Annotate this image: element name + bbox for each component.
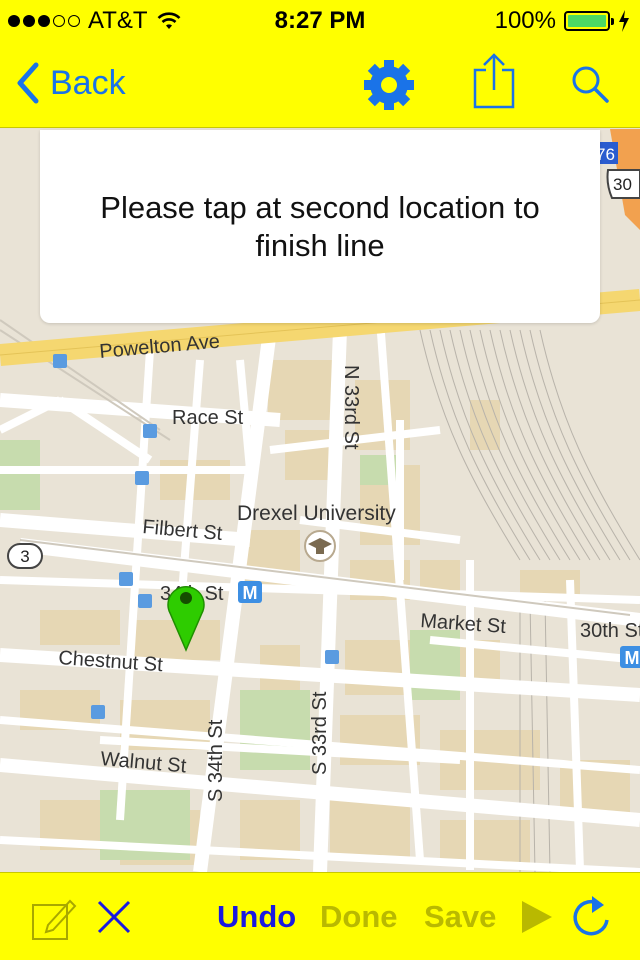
status-bar: AT&T 8:27 PM 100%	[0, 0, 640, 40]
back-label: Back	[50, 63, 126, 102]
done-button[interactable]: Done	[320, 899, 398, 935]
charging-icon	[619, 10, 629, 32]
save-button[interactable]: Save	[424, 899, 496, 935]
undo-button[interactable]: Undo	[217, 899, 296, 935]
chevron-left-icon	[17, 62, 39, 104]
svg-text:M: M	[243, 583, 258, 603]
university-icon	[304, 530, 336, 562]
battery-fill	[568, 15, 606, 27]
bus-stop-icon	[143, 424, 157, 438]
route-3-shield: 3	[7, 543, 43, 569]
battery-icon	[564, 11, 614, 31]
share-icon[interactable]	[472, 52, 516, 110]
battery-percent: 100%	[494, 7, 556, 34]
gear-icon[interactable]	[362, 58, 416, 112]
route-30-shield: 30	[606, 169, 640, 199]
label-s-34th-st: S 34th St	[205, 719, 227, 802]
status-right: 100%	[495, 7, 630, 35]
label-30th-st: 30th St	[580, 620, 640, 642]
bus-stop-icon	[138, 594, 152, 608]
bottom-toolbar: Undo Done Save	[0, 872, 640, 960]
edit-icon[interactable]	[30, 895, 78, 941]
navigation-bar: Back	[0, 40, 640, 128]
bus-stop-icon	[119, 572, 133, 586]
close-icon[interactable]	[96, 899, 132, 935]
label-race-st: Race St	[172, 407, 244, 429]
instruction-text: Please tap at second location to finish …	[100, 189, 540, 263]
metro-icon: M	[620, 646, 640, 668]
label-s-33rd-st: S 33rd St	[309, 691, 331, 775]
bus-stop-icon	[91, 705, 105, 719]
search-icon[interactable]	[570, 64, 610, 104]
svg-text:3: 3	[20, 547, 29, 566]
bus-stop-icon	[325, 650, 339, 664]
bus-stop-icon	[53, 354, 67, 368]
play-icon[interactable]	[520, 899, 554, 935]
label-drexel-university: Drexel University	[237, 502, 396, 525]
svg-text:M: M	[625, 648, 640, 668]
metro-icon: M	[238, 581, 262, 603]
bus-stop-icon	[135, 471, 149, 485]
refresh-icon[interactable]	[568, 893, 614, 941]
label-n-33rd-st: N 33rd St	[340, 365, 362, 450]
svg-text:30: 30	[613, 175, 632, 194]
instruction-popup: Please tap at second location to finish …	[40, 130, 600, 323]
back-button[interactable]: Back	[16, 62, 126, 104]
